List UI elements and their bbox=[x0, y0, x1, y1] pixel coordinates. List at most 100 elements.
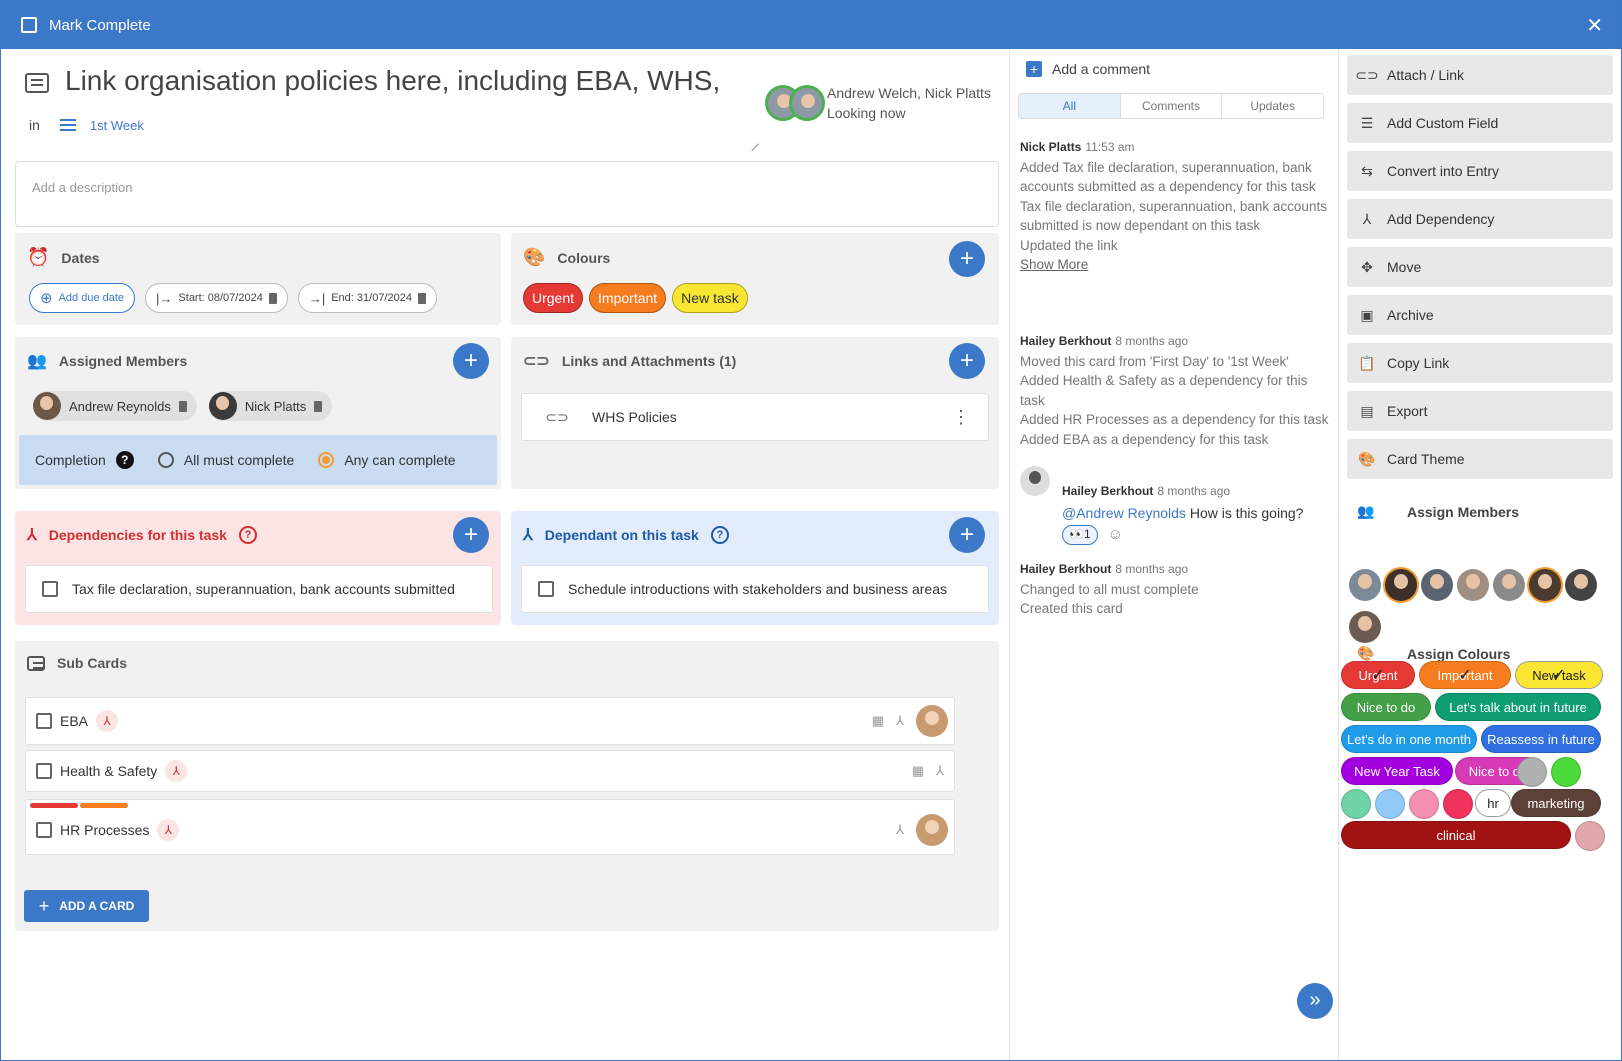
all-must-complete-radio[interactable] bbox=[157, 452, 174, 468]
reaction-chip[interactable]: 👀 1 bbox=[1062, 525, 1098, 545]
button-label: Archive bbox=[1387, 307, 1434, 323]
move-button[interactable]: ✥ Move bbox=[1347, 247, 1613, 287]
all-must-complete-label[interactable]: All must complete bbox=[184, 452, 294, 468]
colour-tag[interactable]: Important bbox=[589, 283, 667, 313]
window-title[interactable]: Mark Complete bbox=[49, 17, 151, 34]
add-dependant-button[interactable]: + bbox=[949, 517, 985, 553]
add-dependency-button[interactable]: + bbox=[453, 517, 489, 553]
colour-chip[interactable]: New Year Task bbox=[1341, 757, 1453, 785]
add-card-button[interactable]: + ADD A CARD bbox=[24, 890, 149, 922]
members-panel: 👥 Assigned Members + Andrew Reynolds Nic… bbox=[15, 337, 501, 489]
add-reaction-icon[interactable]: ☺ bbox=[1108, 525, 1123, 545]
subcard-title: Health & Safety bbox=[60, 763, 158, 779]
mark-complete-checkbox[interactable] bbox=[21, 17, 37, 33]
colour-chip[interactable]: marketing bbox=[1511, 789, 1601, 817]
add-member-button[interactable]: + bbox=[453, 343, 489, 379]
end-date-chip[interactable]: →| End: 31/07/2024 bbox=[297, 283, 437, 313]
dependant-item[interactable]: Schedule introductions with stakeholders… bbox=[521, 565, 989, 613]
start-date-chip[interactable]: |→ Start: 08/07/2024 bbox=[145, 283, 288, 313]
add-custom-field-button[interactable]: ☰ Add Custom Field bbox=[1347, 103, 1613, 143]
add-due-date-button[interactable]: ⊕ Add due date bbox=[29, 283, 136, 313]
tab-updates[interactable]: Updates bbox=[1222, 94, 1323, 118]
colour-chip[interactable]: clinical bbox=[1341, 821, 1571, 849]
member-avatar[interactable] bbox=[1349, 569, 1381, 601]
link-item[interactable]: ⊂⊃ WHS Policies ⋮ bbox=[521, 393, 989, 441]
dependency-icon[interactable]: ⅄ bbox=[936, 763, 944, 779]
subcard-checkbox[interactable] bbox=[36, 763, 52, 779]
member-avatar[interactable] bbox=[1421, 569, 1453, 601]
collapse-panel-button[interactable]: » bbox=[1297, 983, 1333, 1019]
dependency-icon[interactable]: ⅄ bbox=[896, 822, 904, 838]
dependency-icon[interactable]: ⅄ bbox=[896, 713, 904, 729]
any-can-complete-label[interactable]: Any can complete bbox=[344, 452, 455, 468]
member-avatar[interactable] bbox=[1349, 611, 1381, 643]
colour-swatch[interactable] bbox=[1551, 757, 1581, 787]
member-avatar[interactable] bbox=[1529, 569, 1561, 601]
close-icon[interactable]: ✕ bbox=[1586, 13, 1603, 38]
add-dependency-side-button[interactable]: ⅄ Add Dependency bbox=[1347, 199, 1613, 239]
subcard-row[interactable]: Health & Safety ⅄ ▦ ⅄ bbox=[25, 750, 955, 792]
subcard-row[interactable]: HR Processes ⅄ ⅄ bbox=[25, 799, 955, 855]
attach-link-button[interactable]: ⊂⊃ Attach / Link bbox=[1347, 55, 1613, 95]
colour-tag[interactable]: Urgent bbox=[523, 283, 584, 313]
card-title[interactable]: Link organisation policies here, includi… bbox=[65, 65, 720, 97]
any-can-complete-radio[interactable] bbox=[318, 452, 335, 468]
activity-column: + Add a comment All Comments Updates Nic… bbox=[1009, 49, 1339, 1060]
show-more-link[interactable]: Show More bbox=[1020, 255, 1330, 275]
help-icon[interactable]: ? bbox=[238, 526, 257, 544]
help-icon[interactable]: ? bbox=[710, 526, 729, 544]
subcard-checkbox[interactable] bbox=[36, 713, 52, 729]
colour-swatch[interactable] bbox=[1375, 789, 1405, 819]
subcard-row[interactable]: EBA ⅄ ▦ ⅄ bbox=[25, 697, 955, 745]
archive-button[interactable]: ▣ Archive bbox=[1347, 295, 1613, 335]
dependant-checkbox[interactable] bbox=[538, 581, 554, 597]
colour-chip[interactable]: New task ✓ bbox=[1515, 661, 1603, 689]
colour-tag[interactable]: New task bbox=[672, 283, 748, 313]
colour-swatch[interactable] bbox=[1341, 789, 1371, 819]
tab-all[interactable]: All bbox=[1019, 94, 1121, 118]
calendar-icon[interactable]: ▦ bbox=[912, 763, 924, 779]
colour-strip bbox=[80, 803, 128, 808]
colour-swatch[interactable] bbox=[1409, 789, 1439, 819]
assign-members-title: Assign Members bbox=[1407, 503, 1520, 520]
colour-chip[interactable]: Reassess in future bbox=[1481, 725, 1601, 753]
more-options-icon[interactable]: ⋮ bbox=[952, 407, 970, 428]
help-icon[interactable]: ? bbox=[115, 451, 134, 469]
delete-end-icon[interactable] bbox=[417, 292, 426, 304]
dependency-checkbox[interactable] bbox=[42, 581, 58, 597]
colour-swatch[interactable] bbox=[1575, 821, 1605, 851]
remove-member-icon[interactable] bbox=[314, 400, 323, 412]
member-avatar[interactable] bbox=[1457, 569, 1489, 601]
resize-handle-icon[interactable] bbox=[744, 136, 760, 152]
member-avatar[interactable] bbox=[1565, 569, 1597, 601]
calendar-icon[interactable]: ▦ bbox=[872, 713, 884, 729]
member-chip[interactable]: Nick Platts bbox=[208, 391, 333, 421]
member-avatar[interactable] bbox=[1385, 569, 1417, 601]
colour-chip[interactable]: hr bbox=[1475, 789, 1511, 817]
colour-chip[interactable]: Urgent ✓ bbox=[1341, 661, 1415, 689]
colour-swatch[interactable] bbox=[1517, 757, 1547, 787]
add-link-button[interactable]: + bbox=[949, 343, 985, 379]
export-button[interactable]: ▤ Export bbox=[1347, 391, 1613, 431]
subcard-checkbox[interactable] bbox=[36, 822, 52, 838]
mention-link[interactable]: @Andrew Reynolds bbox=[1062, 505, 1186, 521]
list-link[interactable]: 1st Week bbox=[90, 118, 144, 133]
member-chip[interactable]: Andrew Reynolds bbox=[33, 391, 197, 421]
colour-chip[interactable]: Let's talk about in future bbox=[1435, 693, 1601, 721]
add-colour-button[interactable]: + bbox=[949, 241, 985, 277]
add-comment-button[interactable]: + Add a comment bbox=[1026, 61, 1150, 77]
description-field[interactable]: Add a description bbox=[15, 161, 999, 227]
convert-entry-button[interactable]: ⇆ Convert into Entry bbox=[1347, 151, 1613, 191]
colour-chip[interactable]: Let's do in one month bbox=[1341, 725, 1477, 753]
button-label: Add Dependency bbox=[1387, 211, 1495, 227]
tab-comments[interactable]: Comments bbox=[1121, 94, 1223, 118]
copy-link-button[interactable]: 📋 Copy Link bbox=[1347, 343, 1613, 383]
colour-chip[interactable]: Nice to do bbox=[1341, 693, 1431, 721]
colour-chip[interactable]: Important ✓ bbox=[1419, 661, 1511, 689]
delete-start-icon[interactable] bbox=[268, 292, 277, 304]
member-avatar[interactable] bbox=[1493, 569, 1525, 601]
dependency-item[interactable]: Tax file declaration, superannuation, ba… bbox=[25, 565, 493, 613]
card-theme-button[interactable]: 🎨 Card Theme bbox=[1347, 439, 1613, 479]
remove-member-icon[interactable] bbox=[178, 400, 187, 412]
colour-swatch[interactable] bbox=[1443, 789, 1473, 819]
